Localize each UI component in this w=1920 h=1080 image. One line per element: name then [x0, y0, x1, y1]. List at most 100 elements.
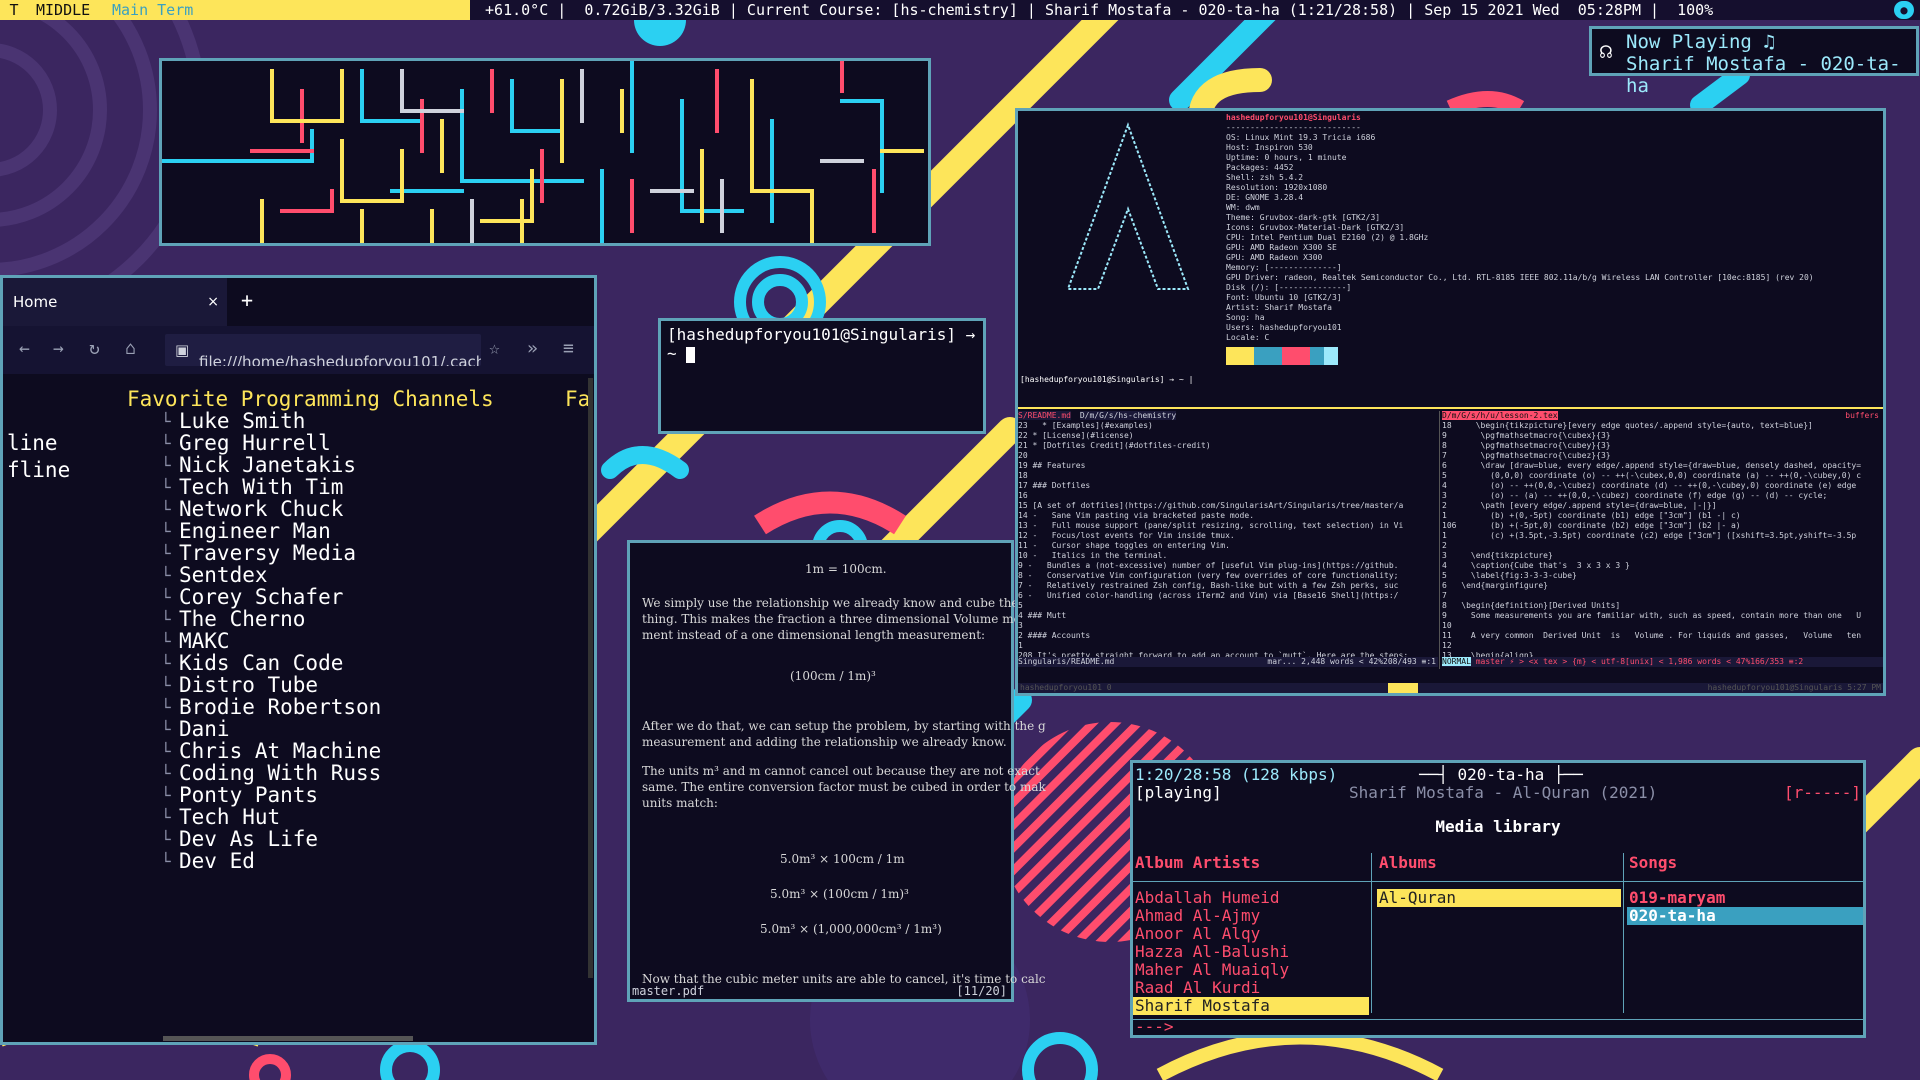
vim-left-path: D/m/G/s/hs-chemistry	[1079, 411, 1177, 420]
overflow-chevron-icon[interactable]: »	[527, 338, 538, 359]
pdf-para2-line1: After we do that, we can setup the probl…	[642, 719, 1046, 733]
terminal-window[interactable]: [hashedupforyou101@Singularis] → ~	[658, 318, 986, 434]
neofetch-line: Resolution: 1920x1080	[1226, 183, 1328, 192]
artist-item[interactable]: Ahmad Al-Ajmy	[1133, 907, 1369, 925]
pdf-eq1: 1m = 100cm.	[805, 562, 887, 576]
neofetch-line: Packages: 4452	[1226, 163, 1294, 172]
now-playing-notification[interactable]: ☊ Now Playing ♫ Sharif Mostafa - 020-ta-…	[1589, 26, 1919, 97]
artist-list: Abdallah Humeid Ahmad Al-Ajmy Anoor Al Alq…	[1133, 889, 1369, 1015]
track-title: ──┤ 020-ta-ha ├──	[1419, 765, 1583, 784]
playback-time: 1:20/28:58 (128 kbps)	[1135, 765, 1338, 784]
song-item[interactable]: 019-maryam	[1627, 889, 1863, 907]
window-title: Main Term	[108, 0, 470, 20]
vim-line: 9 \pgfmathsetmacro{\cubex}{3}	[1442, 431, 1611, 440]
vim-line: 10	[1442, 621, 1452, 630]
menu-icon[interactable]: ≡	[563, 338, 574, 359]
tab-home[interactable]: Home ×	[3, 278, 227, 326]
vim-line: 5 (0,0,0) coordinate (o) -- ++(-\cubex,0…	[1442, 471, 1862, 480]
left-fragment-1: line	[7, 431, 58, 455]
neofetch-line: Users: hashedupforyou101	[1226, 323, 1342, 332]
vim-right-pane[interactable]: D/m/G/s/h/u/lesson-2.tex buffers 18 \beg…	[1442, 411, 1883, 679]
vim-line: 1	[1018, 641, 1023, 650]
pdf-para1-line2: thing. This makes the fraction a three d…	[642, 612, 1028, 626]
vim-line: 7 - Relatively restrained Zsh config, Ba…	[1018, 581, 1399, 590]
browser-window[interactable]: Home × + ← → ↻ ⌂ ▣ file:///home/hashedup…	[0, 275, 597, 1045]
column-divider-1	[1371, 853, 1372, 1013]
neofetch-line: CPU: Intel Pentium Dual E2160 (2) @ 1.8G…	[1226, 233, 1429, 242]
tmux-window-marker[interactable]	[1388, 683, 1418, 693]
vim-line: 106 (b) +(-5pt,0) coordinate (b2) edge […	[1442, 521, 1741, 530]
artist-item[interactable]: Raad Al Kurdi	[1133, 979, 1369, 997]
album-item[interactable]: Al-Quran	[1377, 889, 1621, 907]
palette-swatch	[1226, 347, 1240, 365]
neofetch-prompt: [hashedupforyou101@Singularis] → ~ |	[1020, 375, 1194, 384]
vim-line: 8 \pgfmathsetmacro{\cubey}{3}	[1442, 441, 1611, 450]
workspace-tag[interactable]: T	[0, 0, 28, 20]
artist-item[interactable]: Sharif Mostafa	[1133, 997, 1369, 1015]
tray-icon[interactable]: ●	[1894, 1, 1914, 19]
now-playing-track: Sharif Mostafa - 020-ta-ha	[1626, 53, 1901, 97]
neofetch-line: Uptime: 0 hours, 1 minute	[1226, 153, 1347, 162]
palette-swatch	[1310, 347, 1324, 365]
back-icon[interactable]: ←	[19, 338, 30, 359]
neofetch-line: Icons: Gruvbox-Material-Dark [GTK2/3]	[1226, 223, 1405, 232]
vim-left-status-info: mar... 2,448 words < 42%208/493 ≡:1	[1267, 657, 1436, 666]
neofetch-line: OS: Linux Mint 19.3 Tricia i686	[1226, 133, 1376, 142]
close-tab-icon[interactable]: ×	[207, 278, 219, 326]
vim-left-statusline: Singularis/README.md mar... 2,448 words …	[1018, 657, 1438, 667]
vim-line: 19 ## Features	[1018, 461, 1086, 470]
vim-right-status-info: master ⚡ > <x tex > {m} < utf-8[unix] < …	[1475, 657, 1804, 666]
song-item[interactable]: 020-ta-ha	[1627, 907, 1863, 925]
list-item[interactable]: Dev Ed	[161, 848, 255, 875]
system-status: +61.0°C | 0.72GiB/3.32GiB | Current Cour…	[476, 1, 1732, 19]
home-icon[interactable]: ⌂	[125, 338, 136, 359]
navigation-bar: ← → ↻ ⌂ ▣ file:///home/hashedupforyou101…	[3, 326, 594, 374]
tab-strip: Home × +	[3, 278, 594, 326]
artist-item[interactable]: Hazza Al-Balushi	[1133, 943, 1369, 961]
vim-line: 1 (c) +(3.5pt,-3.5pt) coordinate (c2) ed…	[1442, 531, 1857, 540]
vim-line: 9 - Bundles a (not-excessive) number of …	[1018, 561, 1399, 570]
new-tab-button[interactable]: +	[241, 288, 253, 312]
vim-line: 2	[1442, 541, 1447, 550]
cursor	[686, 346, 696, 363]
pdf-page-indicator: [11/20]	[956, 984, 1007, 998]
forward-icon[interactable]: →	[53, 338, 64, 359]
vim-left-status-file: Singularis/README.md	[1018, 657, 1115, 666]
column-albums[interactable]: Albums	[1379, 853, 1437, 872]
vim-right-tab[interactable]: D/m/G/s/h/u/lesson-2.tex	[1442, 411, 1558, 420]
neofetch-user: hashedupforyou101@Singularis	[1226, 113, 1361, 122]
vim-line: 3	[1018, 621, 1023, 630]
pdf-viewer-window[interactable]: 1m = 100cm. We simply use the relationsh…	[627, 540, 1046, 1002]
artist-item[interactable]: Maher Al Muaiqly	[1133, 961, 1369, 979]
music-player-window[interactable]: 1:20/28:58 (128 kbps) ──┤ 020-ta-ha ├── …	[1130, 760, 1866, 1038]
vertical-scrollbar[interactable]	[588, 378, 593, 978]
tmux-window[interactable]: hashedupforyou101@Singularis -----------…	[1015, 108, 1886, 696]
headphones-icon: ☊	[1600, 39, 1613, 63]
bookmark-star-icon[interactable]: ☆	[489, 338, 500, 359]
url-bar[interactable]: ▣ file:///home/hashedupforyou101/.cache	[165, 334, 481, 366]
pdf-eq5: 5.0m³ × (1,000,000cm³ / 1m³)	[760, 922, 942, 936]
reload-icon[interactable]: ↻	[89, 338, 100, 359]
vim-right-statusline: NORMAL master ⚡ > <x tex > {m} < utf-8[u…	[1442, 657, 1883, 667]
vim-right-buffer: 18 \begin{tikzpicture}[every edge quotes…	[1442, 421, 1883, 661]
artist-item[interactable]: Anoor Al Alqy	[1133, 925, 1369, 943]
vim-line: 7 \pgfmathsetmacro{\cubez}{3}	[1442, 451, 1611, 460]
vim-line: 18 \begin{tikzpicture}[every edge quotes…	[1442, 421, 1813, 430]
vim-line: 4 ### Mutt	[1018, 611, 1067, 620]
pdf-filename: master.pdf	[632, 984, 705, 998]
column-songs[interactable]: Songs	[1629, 853, 1677, 872]
vim-left-pane[interactable]: S/README.md D/m/G/s/hs-chemistry 23 * [E…	[1018, 411, 1438, 679]
vim-line: 6 \end{marginfigure}	[1442, 581, 1548, 590]
neofetch-line: Artist: Sharif Mostafa	[1226, 303, 1332, 312]
command-line[interactable]: --->	[1135, 1017, 1174, 1035]
column-album-artists[interactable]: Album Artists	[1135, 853, 1260, 872]
vim-line: 4 \caption{Cube that's 3 x 3 x 3 }	[1442, 561, 1630, 570]
page-content: line fline Fa Favorite Programming Chann…	[3, 374, 594, 1042]
vim-left-tab[interactable]: S/README.md	[1018, 411, 1071, 420]
layout-indicator[interactable]: MIDDLE	[28, 0, 108, 20]
vim-line: 8 - Conservative Vim configuration (very…	[1018, 571, 1399, 580]
horizontal-scrollbar[interactable]	[163, 1036, 413, 1041]
maze-window[interactable]	[159, 58, 931, 246]
neofetch-line: GPU: AMD Radeon X300	[1226, 253, 1323, 262]
artist-item[interactable]: Abdallah Humeid	[1133, 889, 1369, 907]
